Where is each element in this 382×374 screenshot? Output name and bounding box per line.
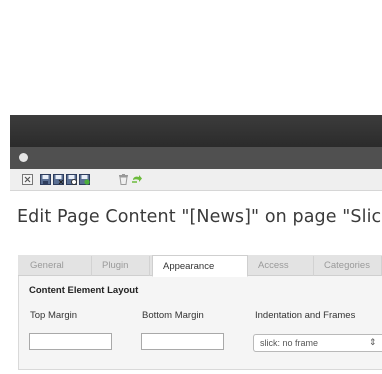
top-margin-input[interactable] <box>29 333 112 350</box>
document-header-bar <box>10 147 382 169</box>
tab-appearance[interactable]: Appearance <box>152 255 248 277</box>
top-margin-label: Top Margin <box>30 310 77 321</box>
tab-general[interactable]: General <box>20 256 92 276</box>
status-dot-icon <box>19 153 28 162</box>
tab-access[interactable]: Access <box>248 256 314 276</box>
save-icon[interactable] <box>40 174 51 185</box>
tab-categories[interactable]: Categories <box>314 256 382 276</box>
save-and-close-icon[interactable] <box>53 174 64 185</box>
top-bar <box>10 115 382 147</box>
close-icon[interactable] <box>22 174 33 185</box>
bottom-margin-input[interactable] <box>141 333 224 350</box>
tab-plugin[interactable]: Plugin <box>92 256 150 276</box>
indentation-label: Indentation and Frames <box>255 310 356 321</box>
save-and-new-icon[interactable] <box>79 174 90 185</box>
undo-icon[interactable] <box>131 174 142 185</box>
delete-icon[interactable] <box>118 174 129 185</box>
indentation-select[interactable]: slick: no frame <box>253 334 382 352</box>
select-arrows-icon[interactable]: ⇕ <box>369 336 377 348</box>
section-heading: Content Element Layout <box>29 285 139 296</box>
bottom-margin-label: Bottom Margin <box>142 310 204 321</box>
save-and-view-icon[interactable] <box>66 174 77 185</box>
page-title: Edit Page Content "[News]" on page "Slic… <box>17 207 382 227</box>
